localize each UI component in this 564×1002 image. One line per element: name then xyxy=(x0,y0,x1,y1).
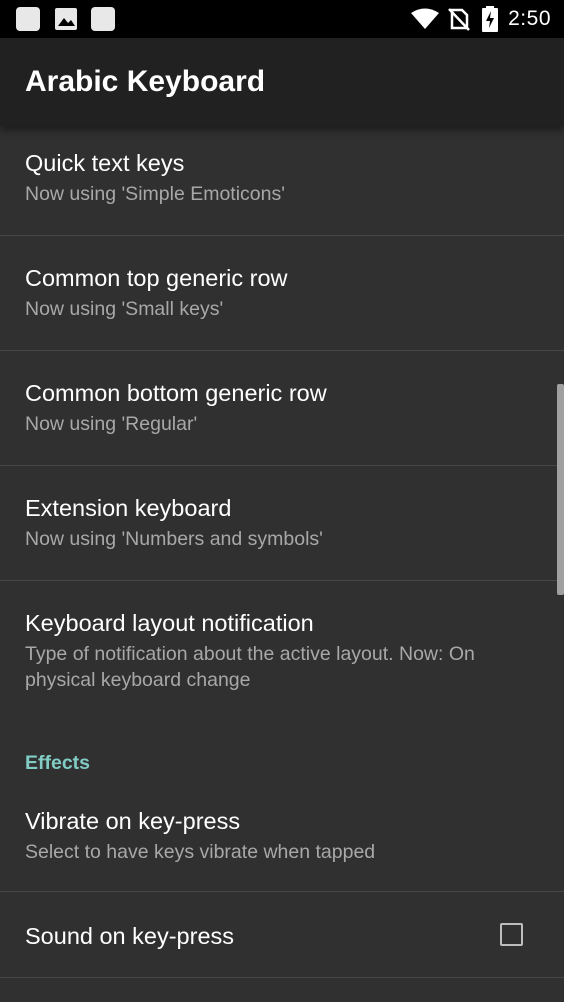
pref-summary: Now using 'Simple Emoticons' xyxy=(25,183,285,205)
pref-title: Sound on key-press xyxy=(25,923,235,949)
pref-sound-on-keypress[interactable]: Sound on key-press xyxy=(0,892,564,977)
pref-common-bottom-row[interactable]: Common bottom generic row Now using 'Reg… xyxy=(0,351,564,465)
pref-vibrate-on-keypress[interactable]: Vibrate on key-press Select to have keys… xyxy=(0,784,564,891)
pref-quick-text-keys[interactable]: Quick text keys Now using 'Simple Emotic… xyxy=(0,126,564,235)
category-header-effects: Effects xyxy=(25,752,91,774)
pref-summary: Select to have keys vibrate when tapped xyxy=(25,841,376,863)
pref-summary: Now using 'Small keys' xyxy=(25,298,224,320)
pref-summary: Now using 'Numbers and symbols' xyxy=(25,528,323,550)
pref-title: Keyboard layout notification xyxy=(25,610,314,636)
pref-title: Extension keyboard xyxy=(25,495,232,521)
pref-extension-keyboard[interactable]: Extension keyboard Now using 'Numbers an… xyxy=(0,466,564,580)
pref-title: Common bottom generic row xyxy=(25,380,327,406)
image-icon xyxy=(55,8,77,30)
pref-keyboard-layout-notification[interactable]: Keyboard layout notification Type of not… xyxy=(0,581,564,713)
status-bar: 2:50 xyxy=(0,0,564,38)
wifi-icon xyxy=(411,8,439,29)
scrollbar[interactable] xyxy=(557,384,564,595)
status-time: 2:50 xyxy=(508,7,551,30)
no-sim-icon xyxy=(448,8,470,31)
pref-title: Vibrate on key-press xyxy=(25,808,241,834)
notification-square-icon xyxy=(16,7,40,31)
pref-common-top-row[interactable]: Common top generic row Now using 'Small … xyxy=(0,236,564,350)
notification-square-icon xyxy=(91,7,115,31)
pref-summary: Now using 'Regular' xyxy=(25,413,198,435)
pref-title: Common top generic row xyxy=(25,265,288,291)
divider xyxy=(0,977,564,978)
app-bar: Arabic Keyboard xyxy=(0,38,564,126)
battery-charging-icon xyxy=(482,6,498,32)
settings-list[interactable]: Quick text keys Now using 'Simple Emotic… xyxy=(0,126,564,1002)
pref-title: Quick text keys xyxy=(25,150,185,176)
sound-checkbox[interactable] xyxy=(500,923,523,946)
page-title: Arabic Keyboard xyxy=(25,65,266,98)
pref-summary: Type of notification about the active la… xyxy=(25,643,475,691)
